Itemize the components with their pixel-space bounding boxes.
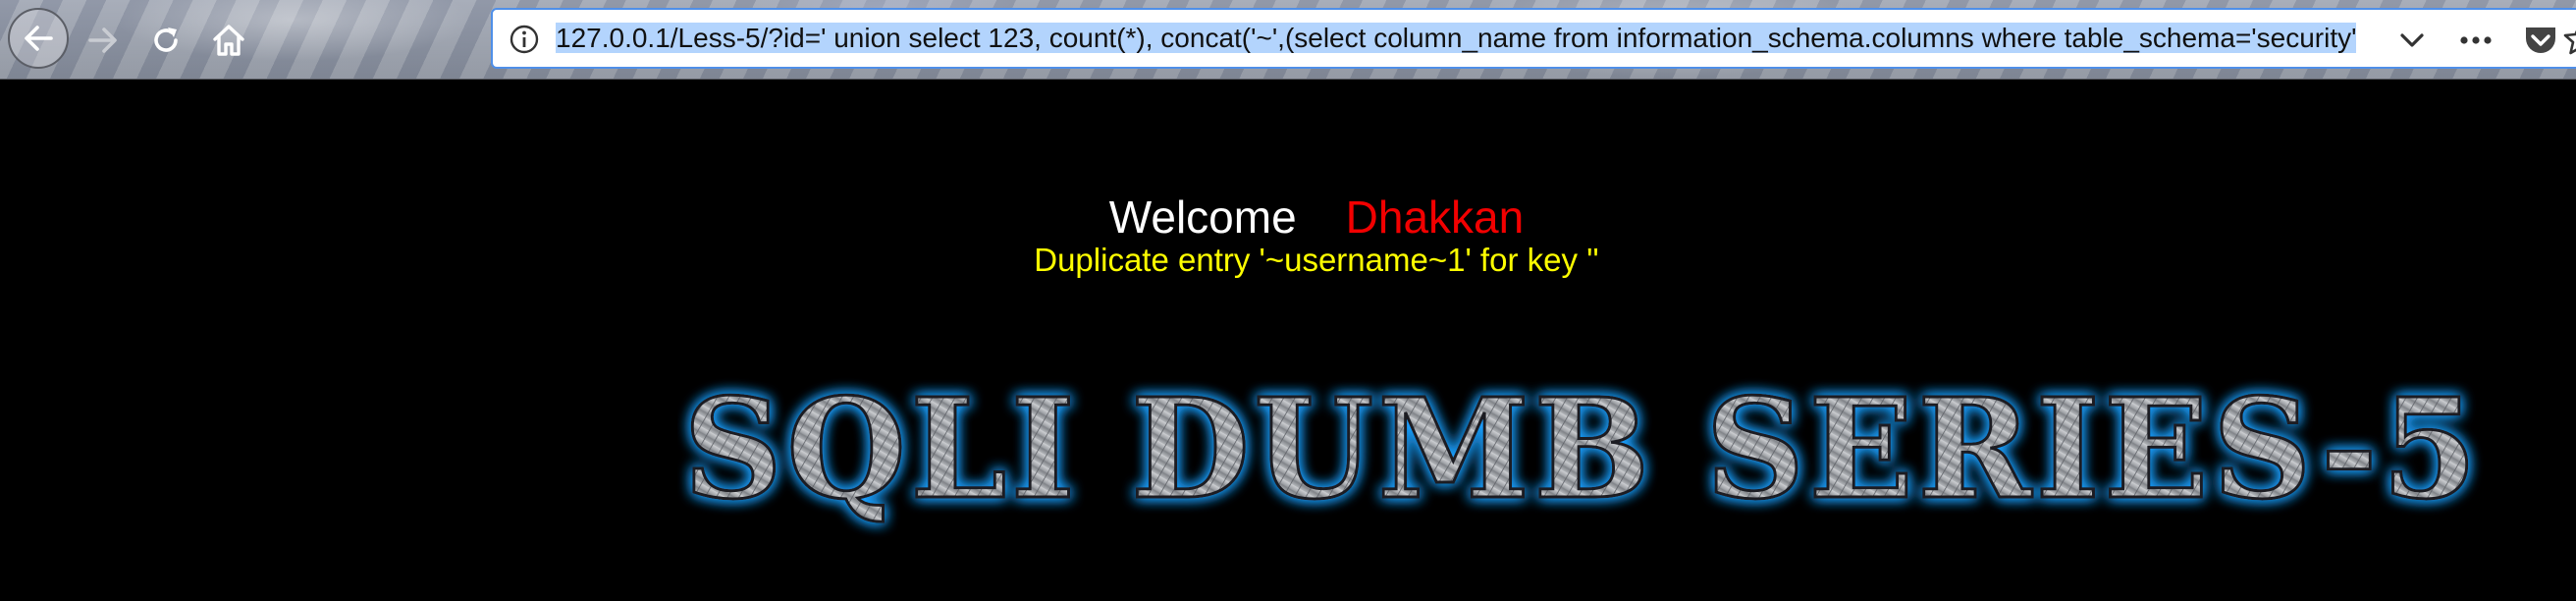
home-icon <box>213 25 244 56</box>
welcome-text: Welcome <box>1108 191 1297 243</box>
star-icon[interactable] <box>2562 22 2576 57</box>
url-text[interactable]: 127.0.0.1/Less-5/?id=' union select 123,… <box>556 19 2384 58</box>
pocket-icon[interactable] <box>2521 20 2560 59</box>
back-button[interactable] <box>8 8 69 69</box>
reload-button[interactable] <box>137 12 194 69</box>
error-message: Duplicate entry '~username~1' for key '' <box>1034 242 1599 278</box>
info-icon[interactable] <box>509 24 540 55</box>
reload-icon <box>154 27 178 52</box>
url-selection: 127.0.0.1/Less-5/?id=' union select 123,… <box>556 23 2357 53</box>
chevron-down-icon[interactable] <box>2397 26 2427 55</box>
address-bar[interactable]: 127.0.0.1/Less-5/?id=' union select 123,… <box>491 8 2576 69</box>
browser-toolbar: 127.0.0.1/Less-5/?id=' union select 123,… <box>0 0 2576 80</box>
user-name: Dhakkan <box>1345 191 1525 243</box>
banner-title: SQLI DUMB SERIES-5 <box>683 369 2481 530</box>
more-icon[interactable] <box>2456 27 2496 53</box>
forward-button[interactable] <box>75 12 132 69</box>
forward-arrow-icon <box>88 27 117 53</box>
welcome-line: Welcome Dhakkan <box>0 191 2576 244</box>
series-banner: SQLI DUMB SERIES-5 <box>677 367 2576 554</box>
back-arrow-icon <box>25 26 53 51</box>
home-button[interactable] <box>200 12 257 69</box>
